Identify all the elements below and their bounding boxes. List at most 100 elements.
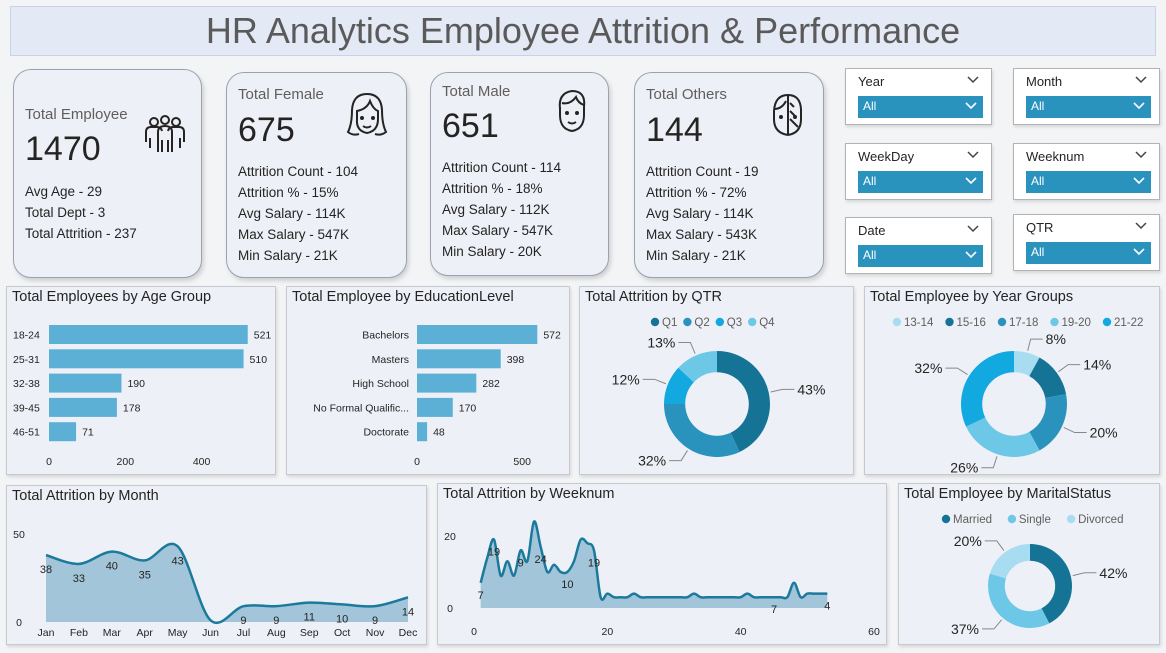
legend-label: Divorced (1078, 514, 1123, 526)
legend-swatch (748, 317, 757, 327)
leader-line (678, 342, 696, 354)
kpi-line: Attrition Count - 114 (442, 160, 562, 175)
data-label: 398 (507, 354, 525, 366)
category-label: 46-51 (13, 427, 40, 439)
kpi-label: Total Male (442, 83, 511, 100)
slicer-label: WeekDay (858, 149, 915, 164)
legend-label: 13-14 (904, 317, 934, 329)
kpi-value: 675 (238, 111, 295, 149)
chevron-down-icon[interactable] (1135, 73, 1147, 85)
kpi-label: Total Others (646, 86, 727, 103)
x-tick-label: 0 (471, 626, 477, 638)
slicer-month: Month All (1013, 68, 1160, 125)
kpi-line: Max Salary - 547K (442, 223, 554, 238)
chevron-down-icon[interactable] (967, 73, 979, 85)
kpi-line: Avg Salary - 114K (238, 206, 346, 221)
x-tick-label: Mar (103, 627, 122, 639)
data-label: 35 (139, 569, 151, 581)
kpi-card-total-male: Total Male 651 Attrition Count - 114 Att… (430, 72, 609, 276)
slicer-dropdown[interactable]: All (858, 171, 983, 193)
leader-line (984, 540, 1005, 551)
donut-slice (1029, 394, 1067, 451)
kpi-line: Avg Salary - 114K (646, 206, 754, 221)
data-label: 170 (459, 402, 477, 414)
data-label: 9 (518, 557, 524, 569)
leader-line (1072, 572, 1097, 577)
donut-chart-year-groups[interactable]: 13-14 15-16 17-18 19-20 21-22 8% 14% 20% 26% 32% (865, 287, 1161, 476)
area-chart-month[interactable]: 50 0 Jan Feb Mar Apr May Jun Jul Aug Sep Oct Nov Dec 3… (7, 486, 428, 646)
slicer-dropdown[interactable]: All (1026, 96, 1151, 118)
leader-line (1027, 338, 1043, 351)
slicer-dropdown[interactable]: All (1026, 171, 1151, 193)
slicer-value: All (1031, 99, 1045, 113)
data-label: 8% (1046, 331, 1066, 347)
chevron-down-icon[interactable] (1135, 148, 1147, 160)
x-tick-label: 60 (868, 626, 880, 638)
slicer-value: All (1031, 174, 1045, 188)
kpi-line: Min Salary - 21K (646, 248, 746, 263)
x-tick-label: Jan (38, 627, 55, 639)
data-label: 19 (488, 547, 500, 559)
x-tick-label: 20 (601, 626, 613, 638)
legend-label: Q3 (727, 317, 742, 329)
leader-line (642, 378, 667, 385)
category-label: 25-31 (13, 354, 40, 366)
leader-line (1063, 426, 1087, 434)
kpi-details: Attrition Count - 104 Attrition % - 15% … (238, 161, 358, 266)
legend-label: Single (1019, 514, 1051, 526)
data-label: 190 (127, 378, 145, 390)
slicer-label: Month (1026, 74, 1063, 89)
data-label: 521 (254, 330, 272, 342)
slicer-date: Date All (845, 217, 992, 274)
chevron-down-icon[interactable] (967, 222, 979, 234)
x-tick-label: 0 (414, 456, 420, 468)
slicer-dropdown[interactable]: All (858, 245, 983, 267)
leader-line (1058, 364, 1081, 373)
chart-panel-marital: Total Employee by MaritalStatus Married S… (898, 483, 1160, 645)
slicer-label: Weeknum (1026, 149, 1085, 164)
kpi-line: Max Salary - 543K (646, 227, 758, 242)
data-label: 43% (797, 381, 825, 397)
legend-swatch (892, 317, 902, 327)
data-label: 19 (588, 557, 600, 569)
bar-chart-education[interactable]: Bachelors 572 Masters 398 High School 282 No F… (287, 287, 571, 476)
bar-chart-age-group[interactable]: 18-24 521 25-31 510 32-38 190 39-45 178 46-51 71 0… (7, 287, 277, 476)
legend-label: Married (953, 514, 992, 526)
legend-swatch (1007, 514, 1017, 524)
chevron-down-icon (965, 102, 977, 110)
area-chart-weeknum[interactable]: 20 0 0 20 40 60 7 19 9 24 10 19 7 4 (438, 484, 888, 646)
kpi-line: Min Salary - 21K (238, 248, 338, 263)
donut-slice (988, 573, 1050, 628)
data-label: 13% (647, 335, 675, 351)
chart-panel-weeknum: Total Attrition by Weeknum 20 0 0 20 40 60 7 19… (437, 483, 887, 645)
x-tick-label: Aug (267, 627, 286, 639)
donut-chart-marital[interactable]: Married Single Divorced 42% 37% 20% (899, 484, 1161, 646)
slicer-label: Year (858, 74, 885, 89)
data-label: 572 (543, 330, 561, 342)
donut-chart-qtr[interactable]: Q1 Q2 Q3 Q4 43% 32% 12% 13% (580, 287, 855, 476)
female-face-icon (346, 93, 388, 136)
data-label: 9 (240, 615, 246, 627)
x-tick-label: 400 (193, 456, 211, 468)
data-label: 20% (1090, 425, 1118, 441)
leader-line (982, 619, 1003, 630)
category-label: Doctorate (363, 427, 409, 439)
data-label: 71 (82, 427, 94, 439)
category-label: No Formal Qualific... (313, 402, 409, 414)
kpi-line: Avg Salary - 112K (442, 202, 550, 217)
legend-label: 19-20 (1062, 317, 1091, 329)
kpi-line: Attrition % - 72% (646, 185, 747, 200)
kpi-line: Max Salary - 547K (238, 227, 350, 242)
chevron-down-icon[interactable] (1135, 219, 1147, 231)
chevron-down-icon (1133, 248, 1145, 256)
legend-swatch (945, 317, 954, 327)
slicer-value: All (863, 174, 877, 188)
kpi-line: Attrition Count - 104 (238, 164, 359, 179)
category-label: Bachelors (362, 330, 409, 342)
legend-label: Q2 (694, 317, 709, 329)
slicer-dropdown[interactable]: All (1026, 242, 1151, 264)
chevron-down-icon[interactable] (967, 148, 979, 160)
legend-swatch (650, 317, 660, 327)
chart-panel-education: Total Employee by EducationLevel Bachelo… (286, 286, 570, 475)
slicer-dropdown[interactable]: All (858, 96, 983, 118)
